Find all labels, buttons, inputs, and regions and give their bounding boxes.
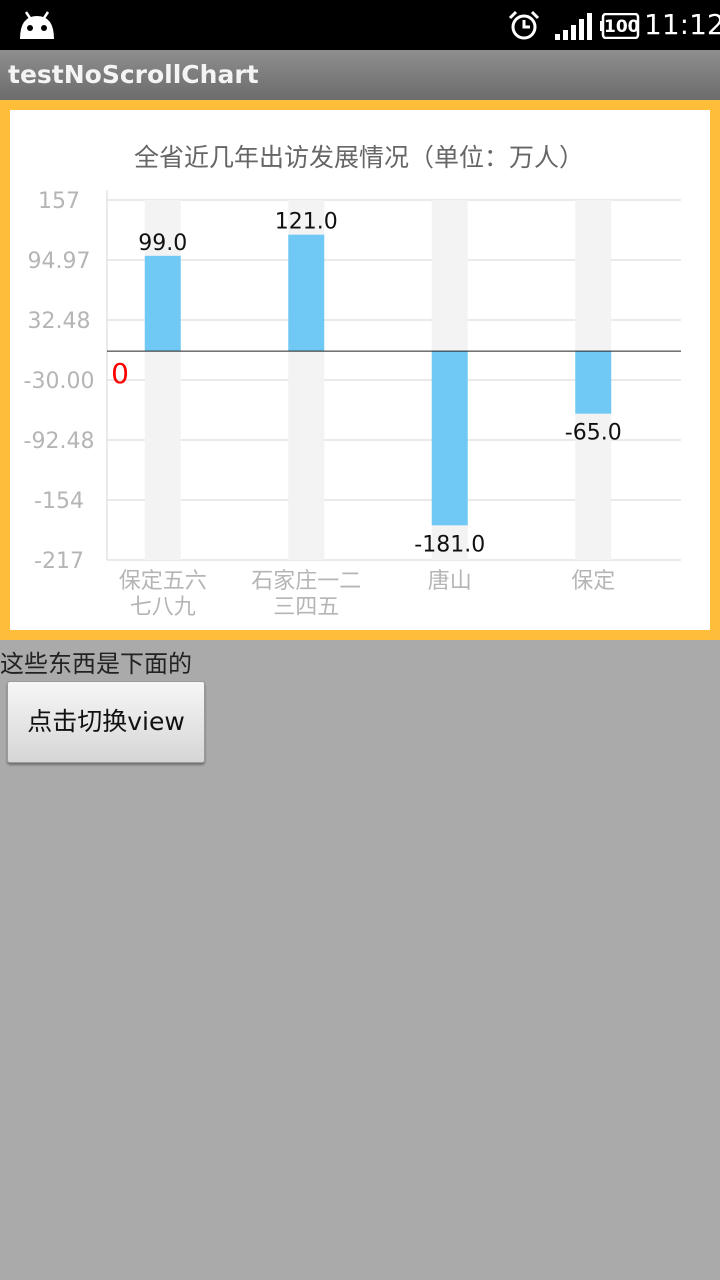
y-tick-label: -217	[34, 549, 84, 574]
app-title: testNoScrollChart	[8, 60, 259, 89]
chart-card: 全省近几年出访发展情况（单位：万人） 157 94.97 32.48 -30.00 -92…	[10, 110, 710, 630]
bar	[288, 234, 325, 352]
android-icon	[20, 11, 54, 39]
x-tick-label: 唐山	[428, 569, 472, 594]
bar	[575, 351, 612, 414]
action-bar: testNoScrollChart	[0, 50, 720, 100]
below-text: 这些东西是下面的	[0, 650, 192, 678]
bar-chart: 全省近几年出访发展情况（单位：万人） 157 94.97 32.48 -30.00 -92…	[24, 143, 681, 620]
battery-level: 100	[604, 17, 640, 37]
chart-title: 全省近几年出访发展情况（单位：万人）	[134, 143, 584, 172]
y-tick-label: 32.48	[28, 309, 91, 334]
y-tick-label: 94.97	[28, 249, 91, 274]
status-bar: 100 11:12	[0, 0, 720, 50]
x-tick-label: 保定	[571, 569, 615, 594]
alarm-clock-icon	[508, 10, 540, 40]
bar	[144, 255, 181, 352]
y-tick-label: -92.48	[24, 429, 95, 454]
x-tick-label: 石家庄一二	[251, 569, 361, 594]
y-tick-label: -30.00	[24, 369, 95, 394]
x-tick-label: 保定五六	[119, 569, 207, 594]
data-label: 121.0	[275, 210, 338, 235]
data-label: -65.0	[565, 421, 622, 446]
data-label: 99.0	[138, 231, 187, 256]
y-tick-label: -154	[34, 489, 84, 514]
clock: 11:12	[644, 8, 720, 41]
signal-strength-icon	[555, 13, 592, 40]
chart-frame: 全省近几年出访发展情况（单位：万人） 157 94.97 32.48 -30.00 -92…	[0, 100, 720, 640]
x-tick-label: 七八九	[130, 595, 196, 620]
data-label: -181.0	[414, 532, 485, 557]
bar	[431, 351, 468, 526]
switch-view-button[interactable]: 点击切换view	[7, 681, 205, 763]
x-tick-label: 三四五	[273, 595, 339, 620]
y-tick-label: 157	[38, 189, 80, 214]
zero-label: 0	[111, 357, 129, 390]
